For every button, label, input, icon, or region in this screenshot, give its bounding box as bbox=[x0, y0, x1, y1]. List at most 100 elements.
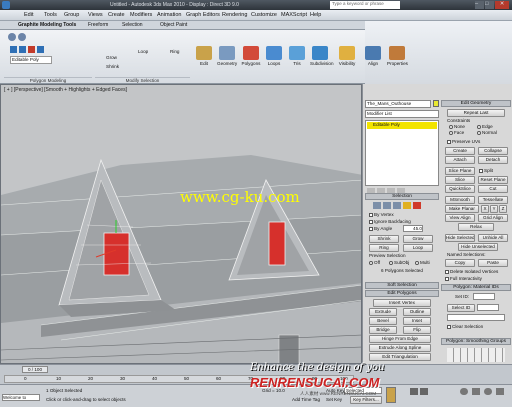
play-icon[interactable] bbox=[410, 388, 418, 395]
modifier-stack[interactable]: Editable Poly bbox=[365, 120, 439, 186]
viewport-label[interactable]: [ + ] [Perspective] [Smooth + Highlights… bbox=[4, 87, 127, 93]
hide-selected-button[interactable]: Hide Selected bbox=[445, 234, 475, 242]
by-angle-spinner[interactable]: 45.0 bbox=[403, 225, 423, 232]
set-key-icon[interactable] bbox=[386, 387, 396, 403]
collapse-button[interactable]: Collapse bbox=[478, 147, 508, 155]
border-icon[interactable] bbox=[393, 202, 401, 209]
insert-vertex-button[interactable]: Insert Vertex bbox=[373, 299, 431, 307]
tris-button[interactable]: Tris bbox=[286, 44, 308, 70]
slice-button[interactable]: Slice bbox=[445, 176, 475, 184]
grid-align-button[interactable]: Grid Align bbox=[478, 214, 508, 222]
grow-label[interactable]: Grow bbox=[106, 55, 117, 60]
tab-freeform[interactable]: Freeform bbox=[88, 22, 108, 28]
menu-graph-editors[interactable]: Graph Editors bbox=[186, 12, 220, 18]
selection-rollout-header[interactable]: Selection bbox=[365, 193, 439, 200]
material-name-dropdown[interactable] bbox=[447, 314, 505, 321]
menu-rendering[interactable]: Rendering bbox=[222, 12, 247, 18]
full-interactivity-checkbox[interactable]: Full Interactivity bbox=[445, 276, 482, 281]
menu-group[interactable]: Group bbox=[64, 12, 79, 18]
bridge-button[interactable]: Bridge bbox=[369, 326, 397, 334]
tessellate-button[interactable]: Tessellate bbox=[478, 196, 508, 204]
menu-create[interactable]: Create bbox=[108, 12, 125, 18]
polygon-icon[interactable] bbox=[403, 202, 411, 209]
select-id-button[interactable]: Select ID bbox=[447, 304, 475, 312]
polygon-mode-icon[interactable] bbox=[28, 46, 35, 53]
minimize-icon[interactable]: – bbox=[475, 1, 484, 9]
bevel-button[interactable]: Bevel bbox=[369, 317, 397, 325]
paste-button[interactable]: Paste bbox=[478, 259, 508, 267]
key-filters-button[interactable]: Key Filters... bbox=[350, 396, 382, 404]
hide-unselected-button[interactable]: Hide Unselected bbox=[458, 243, 498, 251]
preview-subobj-radio[interactable]: SubObj bbox=[389, 260, 409, 265]
cut-button[interactable]: Cut bbox=[478, 185, 508, 193]
set-id-spinner[interactable] bbox=[473, 293, 495, 300]
loops-button[interactable]: Loops bbox=[263, 44, 285, 70]
stack-item-editable-poly[interactable]: Editable Poly bbox=[367, 122, 437, 129]
soft-selection-rollout[interactable]: Soft Selection bbox=[365, 282, 439, 289]
constraint-none-radio[interactable]: None bbox=[449, 124, 465, 129]
view-align-button[interactable]: View Align bbox=[445, 214, 475, 222]
smoothing-groups-rollout[interactable]: Polygon: Smoothing Groups bbox=[441, 338, 511, 345]
edge-icon[interactable] bbox=[383, 202, 391, 209]
reset-plane-button[interactable]: Reset Plane bbox=[478, 176, 508, 184]
menu-maxscript[interactable]: MAXScript bbox=[281, 12, 307, 18]
edit-triangulation-button[interactable]: Edit Triangulation bbox=[369, 353, 431, 361]
relax-button[interactable]: Relax bbox=[458, 223, 494, 231]
undo-icon[interactable] bbox=[8, 33, 16, 41]
menu-edit[interactable]: Edit bbox=[24, 12, 33, 18]
menu-customize[interactable]: Customize bbox=[251, 12, 277, 18]
close-icon[interactable]: ✕ bbox=[495, 1, 509, 9]
object-name-input[interactable]: The_Mans_Outhouse bbox=[365, 100, 431, 108]
outline-button[interactable]: Outline bbox=[403, 308, 431, 316]
split-checkbox[interactable]: Split bbox=[479, 168, 493, 173]
menu-modifiers[interactable]: Modifiers bbox=[130, 12, 152, 18]
delete-isolated-checkbox[interactable]: Delete Isolated Vertices bbox=[445, 269, 498, 274]
modifier-list-dropdown[interactable]: Modifier List bbox=[365, 110, 439, 118]
inset-button[interactable]: Inset bbox=[403, 317, 431, 325]
constraint-edge-radio[interactable]: Edge bbox=[477, 124, 493, 129]
loop-label[interactable]: Loop bbox=[138, 49, 148, 54]
app-icon[interactable] bbox=[2, 1, 10, 9]
edge-mode-icon[interactable] bbox=[19, 46, 26, 53]
vertex-icon[interactable] bbox=[373, 202, 381, 209]
time-slider[interactable]: 0 / 100 bbox=[22, 366, 48, 373]
shrink-button[interactable]: Shrink bbox=[369, 235, 399, 243]
scene-render[interactable] bbox=[1, 85, 362, 364]
smoothing-grid[interactable] bbox=[447, 348, 505, 362]
edit-polygons-rollout[interactable]: Edit Polygons bbox=[365, 290, 439, 297]
zoom-icon[interactable] bbox=[460, 388, 468, 395]
align-button[interactable]: Align bbox=[362, 44, 384, 70]
repeat-last-button[interactable]: Repeat Last bbox=[447, 109, 505, 117]
extrude-along-spline-button[interactable]: Extrude Along Spline bbox=[369, 344, 431, 352]
pan-icon[interactable] bbox=[472, 388, 480, 395]
loop-button[interactable]: Loop bbox=[403, 244, 433, 252]
edit-geometry-rollout[interactable]: Edit Geometry bbox=[441, 100, 511, 107]
constraint-normal-radio[interactable]: Normal bbox=[477, 130, 497, 135]
object-color-swatch[interactable] bbox=[433, 100, 439, 107]
preview-off-radio[interactable]: Off bbox=[369, 260, 380, 265]
maxscript-listener[interactable]: Welcome to MAXScr bbox=[2, 394, 40, 401]
menu-views[interactable]: Views bbox=[88, 12, 103, 18]
visibility-button[interactable]: Visibility bbox=[336, 44, 358, 70]
shrink-label[interactable]: Shrink bbox=[106, 64, 119, 69]
planar-z-button[interactable]: Z bbox=[499, 205, 507, 213]
tab-object-paint[interactable]: Object Paint bbox=[160, 22, 187, 28]
copy-button[interactable]: Copy bbox=[445, 259, 475, 267]
flip-button[interactable]: Flip bbox=[403, 326, 431, 334]
attach-button[interactable]: Attach bbox=[445, 156, 475, 164]
subdivision-button[interactable]: Subdivision bbox=[309, 44, 334, 70]
maximize-viewport-icon[interactable] bbox=[496, 388, 504, 395]
ring-button[interactable]: Ring bbox=[369, 244, 399, 252]
group-modify-selection[interactable]: Modify Selection bbox=[95, 77, 190, 84]
slice-plane-button[interactable]: Slice Plane bbox=[445, 167, 475, 175]
select-id-spinner[interactable] bbox=[477, 304, 499, 311]
constraint-face-radio[interactable]: Face bbox=[449, 130, 464, 135]
msmooth-button[interactable]: MSmooth bbox=[445, 196, 475, 204]
menu-help[interactable]: Help bbox=[310, 12, 321, 18]
material-ids-rollout[interactable]: Polygon: Material IDs bbox=[441, 284, 511, 291]
unhide-all-button[interactable]: Unhide All bbox=[478, 234, 508, 242]
ring-label[interactable]: Ring bbox=[170, 49, 179, 54]
planar-y-button[interactable]: Y bbox=[490, 205, 498, 213]
vertex-mode-icon[interactable] bbox=[10, 46, 17, 53]
maximize-icon[interactable]: □ bbox=[485, 1, 494, 9]
